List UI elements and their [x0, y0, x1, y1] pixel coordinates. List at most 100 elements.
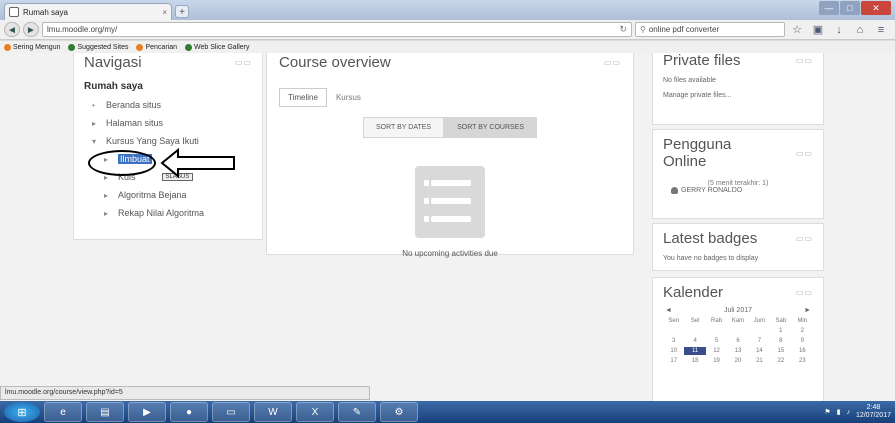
block-control-icon[interactable]: ▭▭ — [796, 288, 813, 297]
maximize-button[interactable]: □ — [840, 1, 860, 15]
calendar-day[interactable]: 1 — [770, 327, 791, 335]
calendar-day[interactable]: 18 — [684, 357, 705, 365]
bookmark-item[interactable]: Suggested Sites — [68, 43, 128, 51]
nav-item-grades[interactable]: ▸ Rekap Nilai Algoritma — [84, 208, 252, 218]
calendar-day[interactable]: 21 — [749, 357, 770, 365]
expand-icon: ▸ — [92, 118, 97, 128]
course-overview-block: Course overview ▭▭ Timeline Kursus SORT … — [266, 53, 634, 258]
nav-item-algorithm[interactable]: ▸ Algoritma Bejana — [84, 190, 252, 200]
calendar-day[interactable]: 5 — [706, 337, 727, 345]
calendar-day[interactable]: 12 — [706, 347, 727, 355]
calendar-day[interactable]: 2 — [792, 327, 813, 335]
taskbar-app-tool-icon[interactable]: ⚙ — [380, 402, 418, 422]
clock[interactable]: 2:48 12/07/2017 — [856, 404, 891, 420]
block-control-icon[interactable]: ▭▭ — [796, 234, 813, 243]
download-icon[interactable]: ↓ — [830, 24, 848, 36]
taskbar-app-firefox-icon[interactable]: ● — [170, 402, 208, 422]
block-control-icon[interactable]: ▭▭ — [796, 149, 813, 158]
private-files-block: Private files ▭▭ No files available Mana… — [652, 53, 824, 125]
system-tray: ⚑ ▮ ♪ 2:48 12/07/2017 — [824, 404, 891, 420]
favicon-icon — [9, 7, 19, 17]
calendar-day[interactable]: 6 — [727, 337, 748, 345]
search-icon: ⚲ — [640, 25, 646, 34]
browser-titlebar: Rumah saya × + — □ ✕ — [0, 0, 895, 20]
nav-item-site-home[interactable]: • Beranda situs — [84, 100, 252, 110]
menu-icon[interactable]: ≡ — [872, 24, 890, 36]
nav-item-my-courses[interactable]: ▾ Kursus Yang Saya Ikuti — [84, 136, 252, 146]
new-tab-button[interactable]: + — [175, 5, 189, 18]
block-control-icon[interactable]: ▭▭ — [796, 56, 813, 65]
bookmark-item[interactable]: Pencarian — [136, 43, 177, 51]
calendar-day[interactable]: 19 — [706, 357, 727, 365]
taskbar-app-explorer-icon[interactable]: ▤ — [86, 402, 124, 422]
navigation-title: Navigasi — [84, 54, 142, 71]
no-badges-text: You have no badges to display — [663, 255, 759, 262]
tab-courses[interactable]: Kursus — [326, 88, 370, 107]
online-user[interactable]: GERRY RONALDO — [671, 187, 813, 194]
address-bar[interactable]: lmu.moodle.org/my/ ↻ — [42, 22, 632, 37]
calendar-day[interactable]: 23 — [792, 357, 813, 365]
calendar-day — [727, 327, 748, 335]
taskbar-app-paint-icon[interactable]: ✎ — [338, 402, 376, 422]
sort-by-dates-button[interactable]: SORT BY DATES — [362, 117, 445, 138]
star-icon[interactable]: ☆ — [788, 23, 806, 36]
expand-icon: ▸ — [104, 208, 109, 218]
block-control-icon[interactable]: ▭▭ — [235, 58, 252, 67]
calendar-day[interactable]: 22 — [770, 357, 791, 365]
bookmark-icon — [136, 43, 144, 51]
bookmark-item[interactable]: Web Slice Gallery — [185, 43, 250, 51]
taskbar-app-word-icon[interactable]: W — [254, 402, 292, 422]
calendar-day[interactable]: 15 — [770, 347, 791, 355]
tab-timeline[interactable]: Timeline — [279, 88, 327, 107]
manage-files-link[interactable]: Manage private files... — [663, 92, 813, 99]
next-month-icon[interactable]: ► — [804, 307, 811, 314]
calendar-day-header: Sen — [668, 318, 680, 324]
calendar-day[interactable]: 20 — [727, 357, 748, 365]
bookmarks-bar: Sering Mengun Suggested Sites Pencarian … — [0, 41, 895, 53]
nav-item-home[interactable]: Rumah saya — [84, 81, 252, 92]
calendar-day[interactable]: 17 — [663, 357, 684, 365]
search-bar[interactable]: ⚲ online pdf converter — [635, 22, 785, 37]
calendar-day[interactable]: 14 — [749, 347, 770, 355]
calendar-day[interactable]: 10 — [663, 347, 684, 355]
calendar-day[interactable]: 9 — [792, 337, 813, 345]
bookmark-item[interactable]: Sering Mengun — [4, 43, 60, 51]
browser-tab[interactable]: Rumah saya × — [4, 3, 172, 20]
back-button[interactable]: ◄ — [4, 22, 20, 37]
prev-month-icon[interactable]: ◄ — [665, 307, 672, 314]
tab-close-icon[interactable]: × — [162, 8, 167, 17]
badges-block: Latest badges ▭▭ You have no badges to d… — [652, 223, 824, 271]
calendar-day — [663, 327, 684, 335]
tray-volume-icon[interactable]: ♪ — [846, 409, 850, 416]
tray-flag-icon[interactable]: ⚑ — [824, 408, 830, 416]
search-input[interactable]: online pdf converter — [649, 25, 780, 34]
status-bar: lmu.moodle.org/course/view.php?id=5 — [0, 386, 370, 400]
calendar-day[interactable]: 7 — [749, 337, 770, 345]
calendar-day[interactable]: 3 — [663, 337, 684, 345]
calendar-day[interactable]: 8 — [770, 337, 791, 345]
home-icon[interactable]: ⌂ — [851, 24, 869, 36]
forward-button[interactable]: ► — [23, 22, 39, 37]
nav-item-site-pages[interactable]: ▸ Halaman situs — [84, 118, 252, 128]
calendar-day[interactable]: 11 — [684, 347, 706, 355]
tab-title: Rumah saya — [23, 7, 68, 17]
calendar-day[interactable]: 16 — [792, 347, 813, 355]
taskbar-app-folder-icon[interactable]: ▭ — [212, 402, 250, 422]
reload-icon[interactable]: ↻ — [619, 24, 627, 35]
taskbar-app-excel-icon[interactable]: X — [296, 402, 334, 422]
taskbar-app-media-icon[interactable]: ▶ — [128, 402, 166, 422]
bookmark-icon — [185, 43, 192, 51]
calendar-day[interactable]: 4 — [684, 337, 705, 345]
tray-network-icon[interactable]: ▮ — [837, 408, 841, 416]
close-window-button[interactable]: ✕ — [861, 1, 891, 15]
minimize-button[interactable]: — — [819, 1, 839, 15]
start-button[interactable]: ⊞ — [4, 402, 40, 422]
url-text: lmu.moodle.org/my/ — [47, 25, 118, 34]
block-control-icon[interactable]: ▭▭ — [604, 58, 621, 67]
taskbar-app-ie-icon[interactable]: e — [44, 402, 82, 422]
bookmarks-icon[interactable]: ▣ — [809, 23, 827, 36]
bullet-icon: • — [92, 100, 95, 110]
calendar-day[interactable]: 13 — [727, 347, 748, 355]
calendar-day-header: Min — [797, 318, 808, 324]
sort-by-courses-button[interactable]: SORT BY COURSES — [444, 117, 538, 138]
